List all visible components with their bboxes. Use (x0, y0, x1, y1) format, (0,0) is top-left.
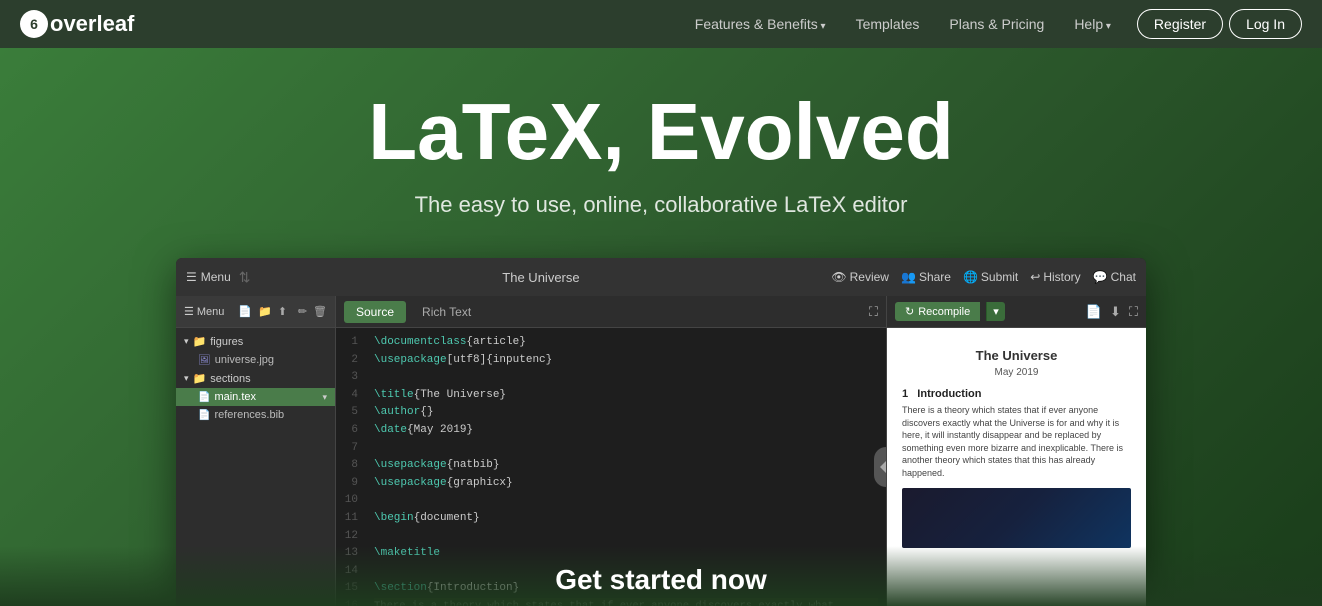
menu-button[interactable]: ☰ Menu (186, 270, 231, 284)
login-button[interactable]: Log In (1229, 9, 1302, 39)
figures-folder[interactable]: ▾ 📁 figures (176, 332, 335, 351)
download-pdf-icon[interactable]: 📄 (1086, 304, 1102, 320)
logo[interactable]: 6 overleaf (20, 10, 134, 38)
recompile-button[interactable]: ↻ Recompile (895, 302, 980, 321)
delete-icon[interactable]: 🗑 (313, 305, 327, 318)
preview-icons: 📄 ⬇ ⛶ (1086, 304, 1138, 320)
share-button[interactable]: 👥 Share (901, 270, 951, 284)
main-tex-item[interactable]: 📄 main.tex ▾ (176, 388, 335, 406)
folder-arrow-icon2: ▾ (184, 373, 189, 384)
fullscreen-icon[interactable]: ⛶ (869, 304, 878, 320)
nav-features[interactable]: Features & Benefits (683, 10, 838, 38)
upload-icon[interactable]: ⬆ (278, 305, 287, 318)
logo-text: overleaf (50, 11, 134, 37)
download-icon[interactable]: ⬇ (1110, 304, 1121, 320)
submit-button[interactable]: 🌐 Submit (963, 270, 1018, 284)
preview-toolbar: ↻ Recompile ▾ 📄 ⬇ ⛶ (887, 296, 1146, 328)
sections-folder[interactable]: ▾ 📁 sections (176, 369, 335, 388)
file-tree: ▾ 📁 figures 🖼 universe.jpg ▾ 📁 sections (176, 328, 335, 428)
file-options-icon[interactable]: ▾ (322, 392, 327, 403)
hero-subtitle: The easy to use, online, collaborative L… (415, 192, 908, 218)
editor-toolbar: ☰ Menu ⇅ The Universe 👁 Review 👥 Share 🌐… (176, 258, 1146, 296)
review-button[interactable]: 👁 Review (831, 270, 889, 284)
menu-icon: ☰ (186, 270, 197, 284)
nav-menu: Features & Benefits Templates Plans & Pr… (683, 9, 1302, 39)
preview-title: The Universe (902, 348, 1131, 363)
hero-section: LaTeX, Evolved The easy to use, online, … (0, 48, 1322, 606)
hamburger-icon: ☰ (184, 305, 194, 318)
folder-arrow-icon: ▾ (184, 336, 189, 347)
edit-icon[interactable]: ✏ (298, 305, 307, 318)
image-icon: 🖼 (198, 355, 211, 366)
scroll-handle[interactable] (874, 447, 886, 487)
expand-preview-icon[interactable]: ⛶ (1129, 304, 1138, 320)
file-panel-toolbar: ☰ Menu 📄 📁 ⬆ ✏ 🗑 (176, 296, 335, 328)
submit-icon: 🌐 (963, 270, 978, 284)
preview-section: 1 Introduction (902, 388, 1131, 400)
references-bib-item[interactable]: 📄 references.bib (176, 406, 335, 424)
preview-date: May 2019 (902, 367, 1131, 378)
main-tex-label: main.tex (214, 391, 256, 403)
preview-image (902, 488, 1131, 548)
bib-file-icon: 📄 (198, 410, 210, 421)
logo-icon: 6 (20, 10, 48, 38)
folder-icon: 📁 (193, 335, 207, 348)
rich-text-tab[interactable]: Rich Text (410, 301, 483, 323)
tab-actions: ⛶ (869, 304, 878, 320)
nav-templates[interactable]: Templates (844, 10, 932, 38)
history-icon: ↩ (1030, 270, 1040, 284)
review-icon: 👁 (831, 270, 846, 284)
sections-label: sections (210, 373, 250, 385)
chat-icon: 💬 (1093, 270, 1108, 284)
preview-body: There is a theory which states that if e… (902, 404, 1131, 480)
cta-bar: Get started now (0, 546, 1322, 606)
source-tab[interactable]: Source (344, 301, 406, 323)
tex-file-icon: 📄 (198, 392, 210, 403)
chat-button[interactable]: 💬 Chat (1093, 270, 1136, 284)
code-tabs: Source Rich Text ⛶ (336, 296, 886, 328)
share-icon: 👥 (901, 270, 916, 284)
sort-icon: ⇅ (239, 269, 251, 286)
document-title: The Universe (259, 270, 824, 285)
hero-title: LaTeX, Evolved (368, 88, 953, 176)
universe-jpg-label: universe.jpg (215, 354, 274, 366)
refresh-icon: ↻ (905, 305, 914, 318)
recompile-dropdown[interactable]: ▾ (986, 302, 1005, 321)
nav-help[interactable]: Help (1062, 10, 1123, 38)
toolbar-actions: 👁 Review 👥 Share 🌐 Submit ↩ History 💬 (831, 270, 1136, 284)
figures-label: figures (210, 336, 243, 348)
file-menu-button[interactable]: ☰ Menu (184, 305, 224, 318)
navbar: 6 overleaf Features & Benefits Templates… (0, 0, 1322, 48)
new-folder-icon[interactable]: 📁 (258, 305, 272, 318)
register-button[interactable]: Register (1137, 9, 1223, 39)
history-button[interactable]: ↩ History (1030, 270, 1080, 284)
nav-plans[interactable]: Plans & Pricing (937, 10, 1056, 38)
new-file-icon[interactable]: 📄 (238, 305, 252, 318)
references-bib-label: references.bib (214, 409, 284, 421)
universe-jpg-item[interactable]: 🖼 universe.jpg (176, 351, 335, 369)
folder-icon2: 📁 (193, 372, 207, 385)
